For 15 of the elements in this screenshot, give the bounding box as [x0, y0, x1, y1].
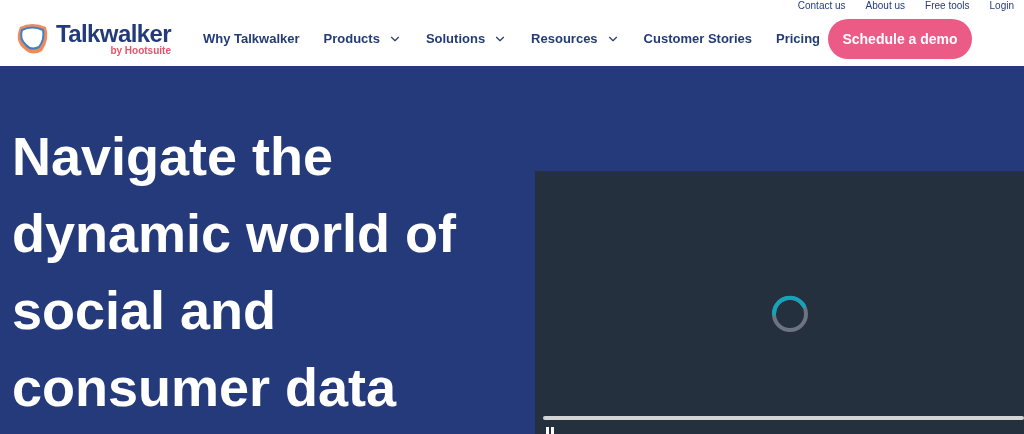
pause-icon[interactable]: [545, 427, 555, 434]
nav-link[interactable]: Pricing: [775, 29, 821, 49]
utility-link[interactable]: Login: [989, 0, 1014, 12]
hero-headline: Navigate the dynamic world of social and consumer data: [11, 125, 458, 419]
utility-link[interactable]: Free tools: [925, 0, 970, 12]
utility-link[interactable]: Contact us: [797, 0, 846, 12]
nav-link[interactable]: Products: [323, 29, 402, 49]
nav-link[interactable]: Resources: [531, 29, 620, 49]
logo-wordmark: Talkwalker: [56, 22, 171, 46]
logo-tagline: by Hootsuite: [110, 46, 171, 56]
progress-track[interactable]: [543, 416, 1024, 420]
nav-link[interactable]: Why Talkwalker: [202, 29, 300, 49]
nav-link[interactable]: Customer Stories: [643, 29, 752, 49]
utility-link[interactable]: About us: [865, 0, 906, 12]
nav-link[interactable]: Solutions: [425, 29, 508, 49]
